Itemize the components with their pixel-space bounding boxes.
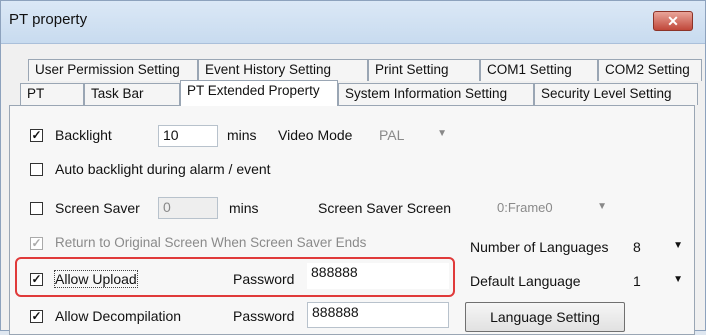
chevron-down-icon: ▼: [597, 201, 607, 212]
tab-user-permission[interactable]: User Permission Setting: [28, 59, 198, 81]
return-original-label: Return to Original Screen When Screen Sa…: [55, 235, 367, 250]
allow-decompilation-label: Allow Decompilation: [55, 308, 182, 324]
pt-property-dialog: PT property ✕ User Permission Setting Ev…: [0, 0, 706, 335]
tab-label: User Permission Setting: [35, 62, 180, 77]
allow-upload-checkbox[interactable]: ✓: [30, 273, 43, 286]
upload-password-label: Password: [233, 271, 295, 287]
check-icon: ✓: [31, 272, 42, 286]
tab-event-history[interactable]: Event History Setting: [198, 59, 368, 81]
tab-label: COM1 Setting: [487, 62, 572, 77]
decompilation-password-value: 888888: [312, 304, 359, 320]
decompilation-password-input[interactable]: 888888: [307, 302, 449, 328]
tab-label: PT: [27, 86, 45, 101]
video-mode-select[interactable]: PAL ▼: [371, 125, 451, 147]
language-setting-button[interactable]: Language Setting: [465, 302, 625, 332]
default-language-value: 1: [633, 273, 641, 289]
backlight-minutes-input[interactable]: 10: [158, 125, 218, 147]
tab-label: PT Extended Property: [187, 83, 320, 98]
tab-label: Print Setting: [375, 62, 449, 77]
backlight-minutes-value: 10: [163, 127, 179, 143]
screen-saver-unit: mins: [229, 200, 259, 216]
upload-password-input[interactable]: 888888: [307, 263, 449, 289]
backlight-checkbox[interactable]: ✓: [30, 129, 43, 142]
close-icon: ✕: [667, 13, 679, 29]
decompilation-password-label: Password: [233, 308, 295, 324]
check-icon: ✓: [31, 236, 42, 250]
number-of-languages-select[interactable]: 8 ▼: [629, 237, 687, 259]
chevron-down-icon: ▼: [673, 274, 683, 285]
window-title: PT property: [9, 11, 88, 28]
tab-security-level[interactable]: Security Level Setting: [534, 83, 698, 105]
check-icon: ✓: [31, 309, 42, 323]
return-original-checkbox[interactable]: ✓: [30, 237, 43, 250]
tab-system-information[interactable]: System Information Setting: [338, 83, 534, 105]
screen-saver-minutes-value: 0: [163, 199, 171, 215]
title-bar: PT property ✕: [1, 1, 705, 44]
tab-pt[interactable]: PT: [20, 83, 84, 105]
tab-task-bar[interactable]: Task Bar: [84, 83, 180, 105]
default-language-label: Default Language: [470, 273, 581, 289]
close-button[interactable]: ✕: [653, 11, 693, 31]
chevron-down-icon: ▼: [673, 240, 683, 251]
tab-label: COM2 Setting: [605, 62, 690, 77]
chevron-down-icon: ▼: [437, 128, 447, 139]
backlight-unit: mins: [227, 127, 257, 143]
screen-saver-label: Screen Saver: [55, 200, 140, 216]
tab-print-setting[interactable]: Print Setting: [368, 59, 480, 81]
upload-password-value: 888888: [311, 264, 358, 280]
number-of-languages-label: Number of Languages: [470, 239, 609, 255]
tab-com1-setting[interactable]: COM1 Setting: [480, 59, 598, 81]
screen-saver-checkbox[interactable]: [30, 202, 43, 215]
screen-saver-screen-label: Screen Saver Screen: [318, 200, 452, 216]
allow-decompilation-checkbox[interactable]: ✓: [30, 310, 43, 323]
tab-label: Task Bar: [91, 86, 144, 101]
tab-label: System Information Setting: [345, 86, 508, 101]
language-setting-button-label: Language Setting: [490, 309, 600, 325]
default-language-select[interactable]: 1 ▼: [629, 271, 687, 293]
check-icon: ✓: [31, 128, 42, 142]
number-of-languages-value: 8: [633, 239, 641, 255]
screen-saver-screen-value: 0:Frame0: [497, 200, 553, 215]
screen-saver-screen-select[interactable]: 0:Frame0 ▼: [491, 198, 611, 220]
tab-pt-extended-property[interactable]: PT Extended Property: [180, 80, 338, 106]
tab-com2-setting[interactable]: COM2 Setting: [598, 59, 702, 81]
tab-label: Security Level Setting: [541, 86, 672, 101]
allow-upload-label: Allow Upload: [54, 270, 138, 288]
video-mode-label: Video Mode: [278, 127, 353, 143]
auto-backlight-label: Auto backlight during alarm / event: [55, 161, 271, 177]
auto-backlight-checkbox[interactable]: [30, 163, 43, 176]
video-mode-value: PAL: [379, 127, 405, 143]
backlight-label: Backlight: [55, 127, 112, 143]
screen-saver-minutes-input[interactable]: 0: [158, 197, 218, 219]
tab-label: Event History Setting: [205, 62, 332, 77]
